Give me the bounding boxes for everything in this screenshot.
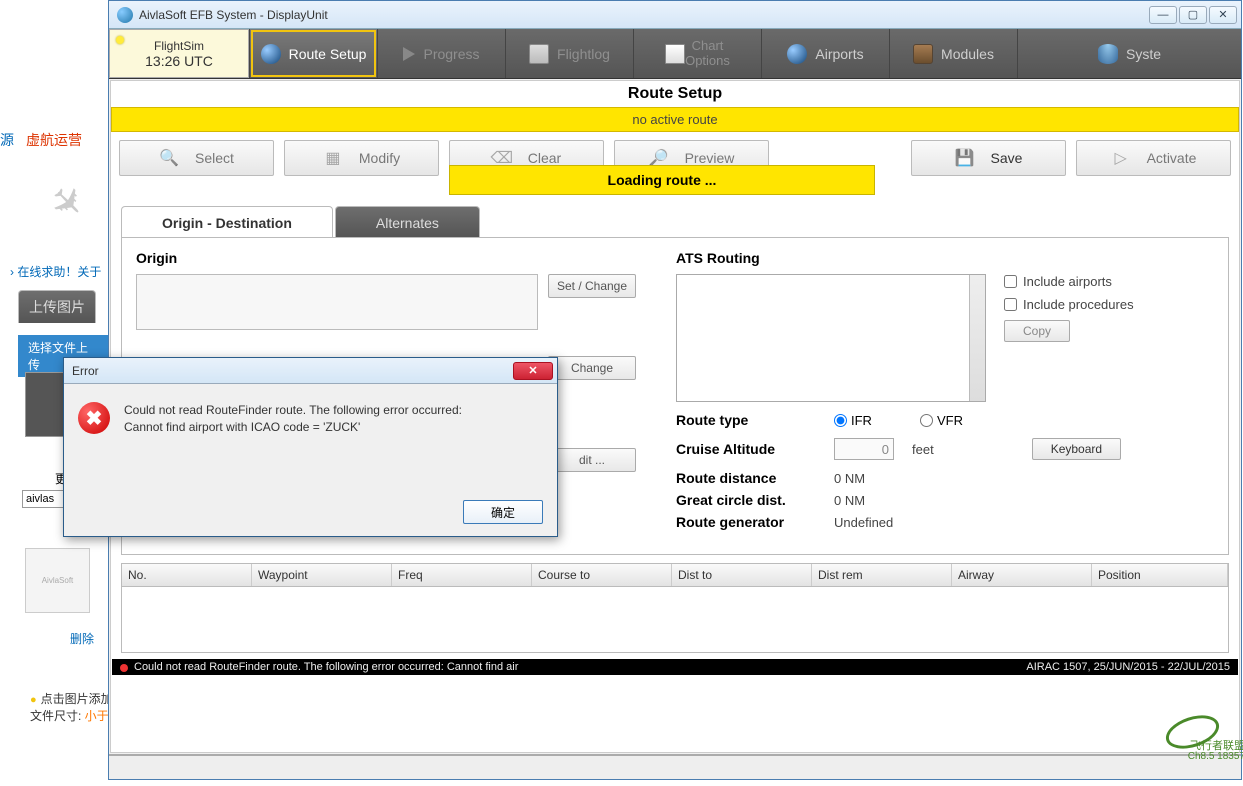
error-titlebar[interactable]: Error ✕ (64, 358, 557, 384)
table-header: No. Waypoint Freq Course to Dist to Dist… (122, 564, 1228, 587)
activate-button[interactable]: ▷Activate (1076, 140, 1231, 176)
maximize-button[interactable]: ▢ (1179, 6, 1207, 24)
tab-system[interactable]: Syste (1017, 29, 1241, 78)
briefcase-icon (913, 44, 933, 64)
col-waypoint[interactable]: Waypoint (252, 564, 392, 586)
window-bottom-bar (109, 754, 1241, 779)
error-dialog: Error ✕ ✖ Could not read RouteFinder rou… (63, 357, 558, 537)
globe-icon (787, 44, 807, 64)
upload-tab[interactable]: 上传图片 (18, 290, 96, 323)
error-ok-button[interactable]: 确定 (463, 500, 543, 524)
waypoint-table: No. Waypoint Freq Course to Dist to Dist… (121, 563, 1229, 653)
minimize-button[interactable]: — (1149, 6, 1177, 24)
bg-help-link[interactable]: › 在线求助！关于 (10, 263, 101, 280)
route-status-bar: no active route (111, 107, 1239, 132)
col-position[interactable]: Position (1092, 564, 1228, 586)
col-course[interactable]: Course to (532, 564, 672, 586)
error-message: Could not read RouteFinder route. The fo… (124, 402, 462, 436)
ats-routing-textarea[interactable] (676, 274, 986, 402)
tab-airports[interactable]: Airports (761, 29, 889, 78)
app-icon (117, 7, 133, 23)
destination-change-button[interactable]: Change (548, 356, 636, 380)
scrollbar[interactable] (969, 275, 985, 401)
close-button[interactable]: ✕ (1209, 6, 1237, 24)
edit-button[interactable]: dit ... (548, 448, 636, 472)
route-generator-label: Route generator (676, 514, 816, 530)
page-title: Route Setup (111, 81, 1239, 107)
tab-origin-destination[interactable]: Origin - Destination (121, 206, 333, 237)
delete-link[interactable]: 删除 (70, 630, 94, 647)
save-button[interactable]: 💾Save (911, 140, 1066, 176)
tab-chart-options[interactable]: ChartOptions (633, 29, 761, 78)
route-type-label: Route type (676, 412, 816, 428)
globe-icon (261, 44, 281, 64)
origin-display (136, 274, 538, 330)
play-icon (403, 47, 415, 61)
tab-modules[interactable]: Modules (889, 29, 1017, 78)
vfr-radio[interactable]: VFR (920, 413, 963, 428)
col-no[interactable]: No. (122, 564, 252, 586)
plane-icon: ✈ (39, 175, 95, 231)
col-distto[interactable]: Dist to (672, 564, 812, 586)
bg-nav-fragment: 源 虚航运营 (0, 130, 82, 150)
origin-setchange-button[interactable]: Set / Change (548, 274, 636, 298)
watermark-logo: 飞行者联盟 Ch8.5 18357 (1159, 711, 1243, 766)
error-close-button[interactable]: ✕ (513, 362, 553, 380)
clock-time: 13:26 UTC (145, 53, 213, 69)
route-distance-value: 0 NM (834, 471, 865, 486)
search-icon: 🔍 (159, 148, 179, 168)
origin-label: Origin (136, 250, 636, 266)
route-tabs: Origin - Destination Alternates (121, 206, 1239, 237)
error-icon: ✖ (78, 402, 110, 434)
loading-banner: Loading route ... (449, 165, 875, 195)
copy-button[interactable]: Copy (1004, 320, 1070, 342)
top-toolbar: FlightSim 13:26 UTC Route Setup Progress… (109, 29, 1241, 79)
keyboard-button[interactable]: Keyboard (1032, 438, 1121, 460)
bulb-icon: ● (30, 694, 37, 706)
save-icon: 💾 (955, 148, 975, 168)
clock-panel: FlightSim 13:26 UTC (109, 29, 249, 78)
cruise-altitude-label: Cruise Altitude (676, 441, 816, 457)
include-procedures-checkbox[interactable]: Include procedures (1004, 297, 1134, 312)
ifr-radio[interactable]: IFR (834, 413, 872, 428)
airac-info: AIRAC 1507, 25/JUN/2015 - 22/JUL/2015 (1026, 661, 1230, 673)
include-airports-checkbox[interactable]: Include airports (1004, 274, 1134, 289)
calendar-icon (529, 44, 549, 64)
bg-tip: ●点击图片添加 (30, 690, 113, 707)
route-distance-label: Route distance (676, 470, 816, 486)
bg-text-input[interactable] (22, 490, 67, 508)
status-message: Could not read RouteFinder route. The fo… (134, 661, 518, 673)
col-airway[interactable]: Airway (952, 564, 1092, 586)
bg-tip2: 文件尺寸: 小于 (30, 707, 109, 724)
great-circle-value: 0 NM (834, 493, 865, 508)
window-titlebar[interactable]: AivlaSoft EFB System - DisplayUnit — ▢ ✕ (109, 1, 1241, 29)
tab-progress[interactable]: Progress (377, 29, 505, 78)
thumbnail[interactable]: AivlaSoft (25, 548, 90, 613)
select-button[interactable]: 🔍Select (119, 140, 274, 176)
grid-icon: ▦ (323, 148, 343, 168)
tab-alternates[interactable]: Alternates (335, 206, 480, 237)
ats-routing-label: ATS Routing (676, 250, 1214, 266)
document-icon (665, 44, 685, 64)
great-circle-label: Great circle dist. (676, 492, 816, 508)
error-dot-icon (120, 664, 128, 672)
status-line: Could not read RouteFinder route. The fo… (112, 659, 1238, 675)
col-distrem[interactable]: Dist rem (812, 564, 952, 586)
activate-icon: ▷ (1111, 148, 1131, 168)
bg-nav-item[interactable]: 虚航运营 (26, 130, 82, 150)
database-icon (1098, 44, 1118, 64)
bg-nav-item[interactable]: 源 (0, 130, 14, 150)
error-title: Error (72, 364, 513, 378)
tab-flightlog[interactable]: Flightlog (505, 29, 633, 78)
tab-route-setup[interactable]: Route Setup (249, 29, 377, 78)
window-title: AivlaSoft EFB System - DisplayUnit (139, 8, 1149, 22)
col-freq[interactable]: Freq (392, 564, 532, 586)
modify-button[interactable]: ▦Modify (284, 140, 439, 176)
altitude-unit: feet (912, 442, 934, 457)
cruise-altitude-input[interactable] (834, 438, 894, 460)
clock-source: FlightSim (154, 39, 204, 53)
route-generator-value: Undefined (834, 515, 893, 530)
